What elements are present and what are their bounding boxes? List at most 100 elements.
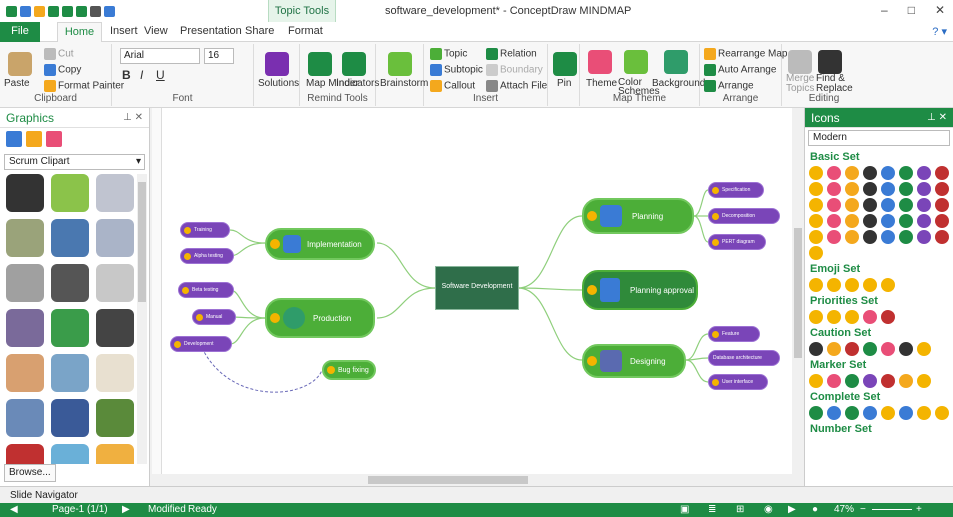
- brainstorm-icon[interactable]: [388, 52, 412, 76]
- zoom-slider[interactable]: [872, 509, 912, 510]
- set-icon[interactable]: [863, 214, 877, 228]
- set-icon[interactable]: [935, 214, 949, 228]
- set-icon[interactable]: [899, 374, 913, 388]
- canvas-vscrollbar[interactable]: [792, 108, 804, 474]
- map-view-icon[interactable]: ⊞: [736, 504, 744, 515]
- map-minder-icon[interactable]: [308, 52, 332, 76]
- tab-file[interactable]: File: [0, 22, 40, 42]
- subtopic-feature[interactable]: Feature: [708, 326, 760, 342]
- zoom-out-button[interactable]: −: [860, 504, 866, 515]
- clipart-library-select[interactable]: Scrum Clipart ▾: [4, 154, 145, 170]
- set-icon[interactable]: [917, 342, 931, 356]
- handshake-clipart[interactable]: [6, 399, 44, 437]
- subtopic-decomposition[interactable]: Decomposition: [708, 208, 780, 224]
- font-family-select[interactable]: Arial: [120, 48, 200, 64]
- paste-icon[interactable]: [8, 52, 32, 76]
- pen-clipart[interactable]: [96, 444, 134, 464]
- binary-clipart[interactable]: [6, 444, 44, 464]
- topic-planning[interactable]: Planning: [582, 198, 694, 234]
- set-icon[interactable]: [881, 166, 895, 180]
- pin-panel-icon[interactable]: ⊥ ✕: [123, 112, 143, 123]
- set-icon[interactable]: [881, 406, 895, 420]
- set-icon[interactable]: [899, 230, 913, 244]
- tab-share[interactable]: Share: [245, 25, 274, 37]
- cut-button[interactable]: Cut: [44, 48, 74, 60]
- set-icon[interactable]: [809, 374, 823, 388]
- set-icon[interactable]: [935, 230, 949, 244]
- set-icon[interactable]: [827, 230, 841, 244]
- set-icon[interactable]: [899, 214, 913, 228]
- set-icon[interactable]: [827, 342, 841, 356]
- set-icon[interactable]: [899, 166, 913, 180]
- set-icon[interactable]: [827, 406, 841, 420]
- runner-clipart[interactable]: [6, 174, 44, 212]
- fit-icon[interactable]: ●: [812, 504, 818, 515]
- set-icon[interactable]: [827, 278, 841, 292]
- slide-navigator[interactable]: Slide Navigator: [0, 486, 953, 503]
- set-icon[interactable]: [863, 230, 877, 244]
- view-mode-icon[interactable]: ▣: [680, 504, 689, 515]
- new-icon[interactable]: [20, 5, 31, 17]
- presentation-clipart[interactable]: [96, 174, 134, 212]
- subtopic-manual[interactable]: Manual: [192, 309, 236, 325]
- help-icon[interactable]: ? ▾: [932, 25, 947, 38]
- deal-clipart[interactable]: [51, 399, 89, 437]
- set-icon[interactable]: [809, 182, 823, 196]
- set-icon[interactable]: [935, 406, 949, 420]
- canvas-vscroll-thumb[interactable]: [794, 228, 802, 358]
- puzzle-clipart[interactable]: [51, 354, 89, 392]
- redo-icon[interactable]: [76, 5, 87, 17]
- tab-format[interactable]: Format: [288, 25, 323, 37]
- set-icon[interactable]: [935, 182, 949, 196]
- set-icon[interactable]: [899, 406, 913, 420]
- set-icon[interactable]: [845, 214, 859, 228]
- set-icon[interactable]: [917, 166, 931, 180]
- monitor-clipart[interactable]: [51, 444, 89, 464]
- checklist-clipart[interactable]: [96, 399, 134, 437]
- font-size-select[interactable]: 16: [204, 48, 234, 64]
- set-icon[interactable]: [827, 166, 841, 180]
- set-icon[interactable]: [809, 230, 823, 244]
- tab-home[interactable]: Home: [57, 22, 102, 43]
- set-icon[interactable]: [863, 182, 877, 196]
- attach-file-button[interactable]: Attach File: [486, 80, 547, 92]
- subtopic-training[interactable]: Training: [180, 222, 230, 238]
- canvas-hscrollbar[interactable]: [152, 474, 792, 486]
- set-icon[interactable]: [863, 342, 877, 356]
- gears-clipart[interactable]: [6, 309, 44, 347]
- set-icon[interactable]: [917, 214, 931, 228]
- boundary-button[interactable]: Boundary: [486, 64, 543, 76]
- set-icon[interactable]: [845, 406, 859, 420]
- set-icon[interactable]: [827, 374, 841, 388]
- maximize-button[interactable]: □: [908, 3, 915, 17]
- icon-filter-select[interactable]: Modern: [808, 130, 950, 146]
- topic-implementation[interactable]: Implementation: [265, 228, 375, 260]
- solutions-icon[interactable]: [265, 52, 289, 76]
- set-icon[interactable]: [881, 342, 895, 356]
- list-view-icon[interactable]: [46, 131, 62, 147]
- bold-button[interactable]: B: [122, 68, 131, 82]
- set-icon[interactable]: [881, 198, 895, 212]
- set-icon[interactable]: [863, 166, 877, 180]
- prev-page-icon[interactable]: ◀: [10, 504, 18, 515]
- color-schemes-icon[interactable]: [624, 50, 648, 74]
- set-icon[interactable]: [863, 278, 877, 292]
- topic-designing[interactable]: Designing: [582, 344, 686, 378]
- arrange-button[interactable]: Arrange: [704, 80, 754, 92]
- print-icon[interactable]: [90, 5, 101, 17]
- set-icon[interactable]: [827, 182, 841, 196]
- set-icon[interactable]: [863, 374, 877, 388]
- graphics-scroll-thumb[interactable]: [138, 182, 146, 302]
- pin-button[interactable]: Pin: [557, 78, 571, 89]
- set-icon[interactable]: [881, 182, 895, 196]
- subtopic-alpha-testing[interactable]: Alpha testing: [180, 248, 234, 264]
- tab-presentation[interactable]: Presentation: [180, 25, 242, 37]
- italic-button[interactable]: I: [140, 68, 143, 82]
- set-icon[interactable]: [809, 246, 823, 260]
- callout-button[interactable]: Callout: [430, 80, 475, 92]
- graphics-scrollbar[interactable]: [137, 174, 147, 464]
- set-icon[interactable]: [845, 166, 859, 180]
- set-icon[interactable]: [917, 374, 931, 388]
- save-icon[interactable]: [48, 5, 59, 17]
- bug-clipart[interactable]: [51, 264, 89, 302]
